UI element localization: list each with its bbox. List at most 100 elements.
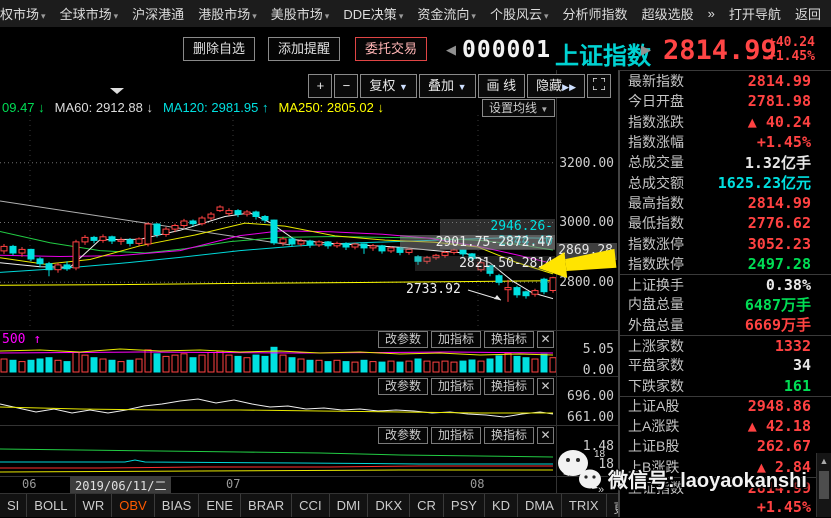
panel-button-换指标[interactable]: 换指标 bbox=[483, 331, 534, 348]
tab-ENE[interactable]: ENE bbox=[199, 494, 242, 517]
date-tick: 06 bbox=[22, 477, 37, 491]
quote-value: 2814.99 bbox=[747, 72, 811, 91]
quote-value: 1332 bbox=[774, 336, 811, 355]
quote-value: ▲ 40.24 bbox=[747, 112, 811, 131]
ma-label: MA250: 2805.02 ↓ bbox=[278, 100, 385, 115]
scroll-thumb[interactable] bbox=[819, 471, 829, 499]
tab-DKX[interactable]: DKX bbox=[368, 494, 411, 517]
panel-button-换指标[interactable]: 换指标 bbox=[483, 427, 534, 444]
tab-PSY[interactable]: PSY bbox=[444, 494, 485, 517]
delete-watchlist-button[interactable]: 删除自选 bbox=[183, 37, 256, 61]
menu-item-分析师指数[interactable]: 分析师指数 bbox=[563, 4, 628, 23]
gap-annotation-3: 2821.50-2814 bbox=[415, 256, 555, 271]
quote-label: 最高指数 bbox=[628, 194, 684, 211]
axis-tick-label: 18 bbox=[598, 457, 614, 472]
close-panel-icon[interactable]: ✕ bbox=[537, 427, 554, 444]
quote-label: 下跌家数 bbox=[628, 377, 684, 394]
quote-value: 1.32亿手 bbox=[744, 153, 811, 172]
fullscreen-button[interactable] bbox=[587, 74, 611, 98]
tab-DMI[interactable]: DMI bbox=[330, 494, 369, 517]
chevron-down-icon: ▼ bbox=[540, 105, 549, 114]
quote-label: 指数跌停 bbox=[628, 255, 684, 272]
quote-label: 外盘总量 bbox=[628, 316, 684, 333]
quote-label: 总成交量 bbox=[628, 154, 684, 171]
tab-BIAS[interactable]: BIAS bbox=[155, 494, 200, 517]
tab-KD[interactable]: KD bbox=[485, 494, 518, 517]
panel-button-改参数[interactable]: 改参数 bbox=[377, 331, 428, 348]
next-stock-icon[interactable]: ▶ bbox=[641, 42, 651, 58]
tab-OBV[interactable]: OBV bbox=[112, 494, 155, 517]
tab-WR[interactable]: WR bbox=[76, 494, 113, 517]
quote-row: 最高指数 2814.99 bbox=[620, 193, 831, 213]
chevron-down-icon: ▾ bbox=[398, 11, 404, 21]
tab-SI[interactable]: SI bbox=[0, 494, 28, 517]
menu-item-个股风云[interactable]: 个股风云 ▾ bbox=[490, 4, 549, 23]
quote-value: 1625.23亿元 bbox=[717, 174, 811, 193]
zoom-out-button[interactable]: − bbox=[334, 74, 359, 98]
overlay-button[interactable]: 叠加 ▼ bbox=[418, 74, 476, 98]
zoom-in-button[interactable]: + bbox=[308, 74, 333, 98]
menu-item-返回[interactable]: 返回 bbox=[795, 4, 821, 23]
date-tick: 08 bbox=[470, 477, 485, 491]
prev-stock-icon[interactable]: ◀ bbox=[446, 42, 456, 58]
panel-button-加指标[interactable]: 加指标 bbox=[430, 427, 481, 444]
axis-tick-label: 696.00 bbox=[567, 389, 614, 404]
double-arrow-icon: ▶▶ bbox=[562, 82, 576, 92]
menu-item-美股市场[interactable]: 美股市场 ▾ bbox=[271, 4, 330, 23]
panel-button-加指标[interactable]: 加指标 bbox=[430, 331, 481, 348]
chevron-down-icon: ▼ bbox=[399, 82, 408, 92]
add-alert-button[interactable]: 添加提醒 bbox=[268, 37, 341, 61]
menu-item-权市场[interactable]: 权市场 ▾ bbox=[0, 4, 46, 23]
quote-value: ▲ 42.18 bbox=[747, 417, 811, 436]
quote-value: +1.45% bbox=[756, 133, 811, 152]
tab-BOLL[interactable]: BOLL bbox=[27, 494, 76, 517]
ma-legend: 09.47 ↓ MA60: 2912.88 ↓ MA120: 2981.95 ↑ MA… bbox=[2, 100, 384, 115]
quote-row: 上A涨跌 ▲ 42.18 bbox=[620, 416, 831, 436]
hide-button[interactable]: 隐藏▶▶ bbox=[527, 74, 585, 98]
quote-value: 2814.99 bbox=[747, 193, 811, 212]
draw-line-button[interactable]: 画 线 bbox=[477, 74, 526, 98]
chevron-down-icon: ▼ bbox=[457, 82, 467, 92]
panel-button-换指标[interactable]: 换指标 bbox=[483, 378, 534, 395]
quote-label: 上涨家数 bbox=[628, 337, 684, 354]
scrollbar[interactable]: ▲ bbox=[816, 453, 831, 517]
panel-divider bbox=[0, 376, 618, 377]
chevron-down-icon: ▾ bbox=[471, 11, 476, 21]
quote-label: 指数涨停 bbox=[628, 235, 684, 252]
menu-item-港股市场[interactable]: 港股市场 ▾ bbox=[198, 4, 257, 23]
menu-item-资金流向[interactable]: 资金流向 ▾ bbox=[417, 4, 476, 23]
scroll-up-icon[interactable]: ▲ bbox=[817, 453, 831, 469]
close-panel-icon[interactable]: ✕ bbox=[537, 378, 554, 395]
menu-item-超级选股[interactable]: 超级选股 bbox=[642, 4, 694, 23]
stock-name: 上证指数 bbox=[555, 43, 651, 70]
quote-row: 最低指数 2776.62 bbox=[620, 213, 831, 233]
menu-item-DDE决策[interactable]: DDE决策 ▾ bbox=[343, 4, 403, 23]
quote-value: 161 bbox=[783, 376, 811, 395]
low-price-annotation: 2733.92 bbox=[406, 282, 461, 297]
tab-DMA[interactable]: DMA bbox=[518, 494, 562, 517]
tab-BRAR[interactable]: BRAR bbox=[241, 494, 293, 517]
panel-button-加指标[interactable]: 加指标 bbox=[430, 378, 481, 395]
trade-button[interactable]: 委托交易 bbox=[355, 37, 428, 61]
quote-label: 指数涨幅 bbox=[628, 134, 684, 151]
volume-panel-buttons: 改参数 加指标 换指标 ✕ bbox=[377, 331, 554, 348]
menu-item-沪深港通[interactable]: 沪深港通 bbox=[132, 4, 184, 23]
adjust-price-button[interactable]: 复权 ▼ bbox=[360, 74, 417, 98]
close-panel-icon[interactable]: ✕ bbox=[537, 331, 554, 348]
panel-button-改参数[interactable]: 改参数 bbox=[377, 427, 428, 444]
tab-TRIX[interactable]: TRIX bbox=[562, 494, 607, 517]
quote-value: 2497.28 bbox=[747, 254, 811, 273]
tab-CCI[interactable]: CCI bbox=[292, 494, 330, 517]
ma-settings-button[interactable]: 设置均线 ▼ bbox=[482, 99, 556, 117]
menu-item-全球市场[interactable]: 全球市场 ▾ bbox=[60, 4, 119, 23]
quote-row: +1.45% bbox=[620, 497, 831, 517]
quote-row: 最新指数 2814.99 bbox=[620, 71, 831, 91]
tab-CR[interactable]: CR bbox=[410, 494, 444, 517]
quote-row: 上证指数 2814.99 bbox=[620, 476, 831, 497]
panel-button-改参数[interactable]: 改参数 bbox=[377, 378, 428, 395]
menu-item-打开导航[interactable]: 打开导航 bbox=[729, 4, 781, 23]
axis-tick-label: 1.48 bbox=[582, 439, 614, 454]
quote-panel: 最新指数 2814.99 今日开盘 2781.98 指数涨跌 ▲ 40.24 指数涨幅 +1.… bbox=[618, 70, 831, 517]
ma-label: 09.47 ↓ bbox=[2, 100, 45, 115]
menu-item-»[interactable]: » bbox=[708, 6, 715, 21]
